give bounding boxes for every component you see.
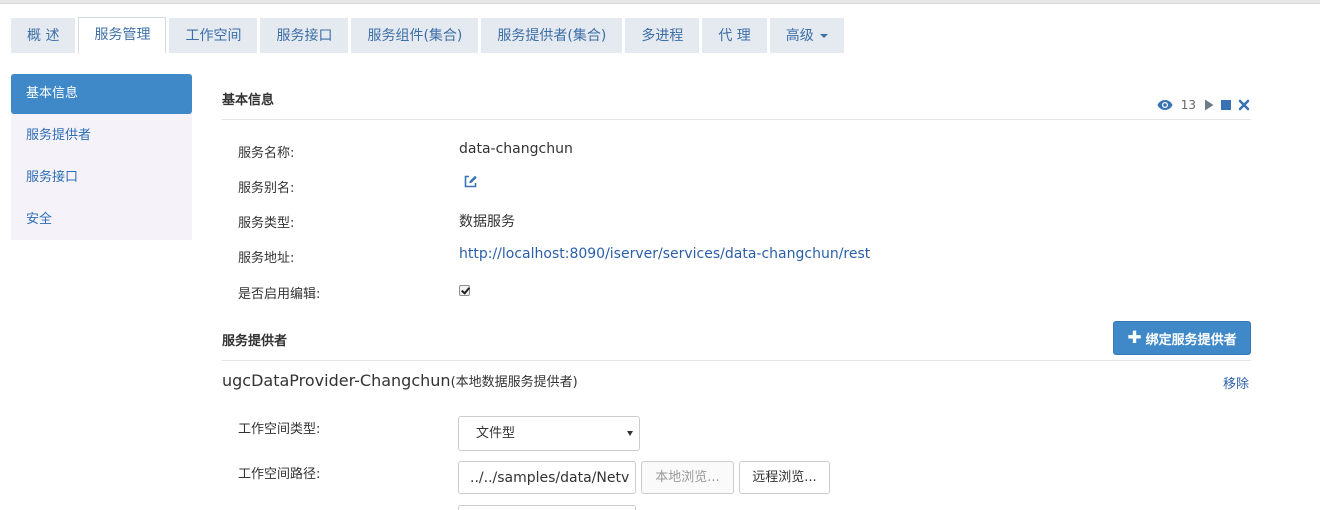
- service-alias-label: 服务别名:: [238, 181, 295, 196]
- workspace-type-label: 工作空间类型:: [238, 422, 321, 437]
- tab-overview[interactable]: 概 述: [11, 18, 76, 53]
- tab-service-providers[interactable]: 服务提供者(集合): [481, 18, 623, 53]
- sidebar-item-basic-info[interactable]: 基本信息: [11, 74, 192, 114]
- workspace-path-label: 工作空间路径:: [238, 467, 321, 482]
- service-type-value: 数据服务: [459, 214, 515, 230]
- sidebar-item-service-interface[interactable]: 服务接口: [11, 158, 192, 198]
- edit-icon[interactable]: [463, 174, 478, 189]
- tab-proxy[interactable]: 代 理: [702, 18, 767, 53]
- next-field-input[interactable]: [458, 505, 636, 510]
- tab-advanced[interactable]: 高级: [769, 18, 844, 53]
- service-address-label: 服务地址:: [238, 251, 295, 266]
- enable-edit-label: 是否启用编辑:: [238, 287, 321, 302]
- service-name-value: data-changchun: [459, 141, 573, 157]
- tab-service-management[interactable]: 服务管理: [78, 17, 167, 54]
- provider-divider: [222, 360, 1251, 361]
- service-provider-title: 服务提供者: [222, 334, 288, 349]
- tab-service-components[interactable]: 服务组件(集合): [351, 18, 479, 53]
- provider-type-text: (本地数据服务提供者): [450, 375, 578, 390]
- workspace-type-value: 文件型: [476, 426, 516, 441]
- view-count: 13: [1180, 98, 1196, 112]
- workspace-type-select[interactable]: 文件型: [458, 416, 640, 451]
- local-browse-button[interactable]: 本地浏览...: [641, 461, 734, 494]
- tab-service-interface[interactable]: 服务接口: [260, 18, 349, 53]
- remove-provider-link[interactable]: 移除: [1223, 373, 1249, 392]
- tab-advanced-label: 高级: [785, 28, 814, 44]
- sidebar-item-security[interactable]: 安全: [11, 200, 192, 240]
- bind-provider-button[interactable]: ✚ 绑定服务提供者: [1113, 321, 1251, 355]
- service-name-label: 服务名称:: [238, 146, 295, 161]
- plus-icon: ✚: [1127, 327, 1142, 348]
- service-toolbar: 13: [1157, 98, 1250, 112]
- basic-info-title: 基本信息: [222, 93, 275, 108]
- eye-icon[interactable]: [1157, 99, 1173, 111]
- sidebar-item-service-provider[interactable]: 服务提供者: [11, 116, 192, 156]
- close-icon[interactable]: [1238, 99, 1250, 111]
- caret-down-icon: [819, 34, 828, 38]
- sidebar: 基本信息 服务提供者 服务接口 安全: [11, 74, 192, 240]
- enable-edit-checkbox[interactable]: [459, 285, 470, 296]
- main-tabs: 概 述 服务管理 工作空间 服务接口 服务组件(集合) 服务提供者(集合) 多进…: [11, 17, 847, 54]
- select-arrow-icon: [627, 431, 633, 436]
- remote-browse-button[interactable]: 远程浏览...: [739, 461, 830, 494]
- service-address-link[interactable]: http://localhost:8090/iserver/services/d…: [459, 246, 870, 262]
- stop-icon[interactable]: [1220, 99, 1232, 111]
- bind-provider-label: 绑定服务提供者: [1145, 332, 1237, 348]
- provider-name: ugcDataProvider-Changchun(本地数据服务提供者): [222, 371, 578, 390]
- play-icon[interactable]: [1204, 99, 1214, 111]
- tab-workspace[interactable]: 工作空间: [169, 18, 258, 53]
- tab-multiprocess[interactable]: 多进程: [625, 18, 700, 53]
- provider-name-text: ugcDataProvider-Changchun: [222, 371, 451, 390]
- workspace-path-input[interactable]: [458, 461, 636, 494]
- service-type-label: 服务类型:: [238, 216, 295, 231]
- service-address-wrap: http://localhost:8090/iserver/services/d…: [459, 246, 870, 262]
- basic-info-divider: [222, 119, 1251, 120]
- window-top-border: [0, 0, 1320, 4]
